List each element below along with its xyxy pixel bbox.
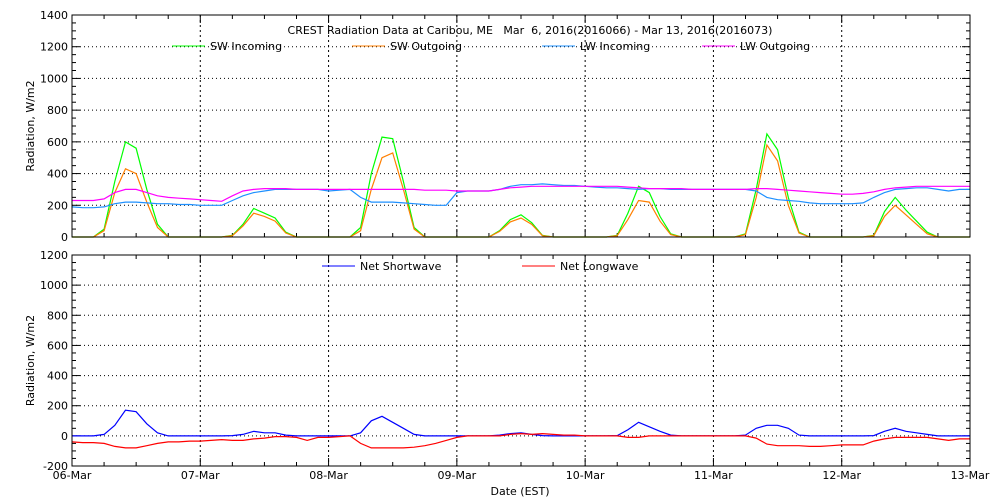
y-tick-label: 200 (47, 199, 68, 212)
x-tick-label: 13-Mar (951, 469, 990, 482)
series-line-net-shortwave (72, 409, 970, 437)
radiation-chart: CREST Radiation Data at Caribou, ME Mar … (24, 9, 990, 498)
plot-frame (71, 254, 971, 467)
y-tick-label: 800 (47, 104, 68, 117)
y-axis-label: Radiation, W/m2 (24, 315, 37, 406)
y-tick-label: 400 (47, 370, 68, 383)
legend-label: SW Incoming (210, 40, 282, 53)
series-line-sw-outgoing (72, 143, 970, 238)
x-tick-label: 07-Mar (181, 469, 220, 482)
y-tick-label: 0 (61, 430, 68, 443)
chart-title: CREST Radiation Data at Caribou, ME Mar … (288, 24, 773, 37)
legend-label: Net Shortwave (360, 260, 442, 273)
x-tick-label: 09-Mar (437, 469, 476, 482)
legend-label: Net Longwave (560, 260, 639, 273)
legend-label: LW Outgoing (740, 40, 810, 53)
y-tick-label: 200 (47, 400, 68, 413)
series-line-lw-outgoing (72, 185, 970, 202)
x-axis-label: Date (EST) (490, 485, 549, 498)
panel-1: 0 200 400 600 800 1000 1200 1400 Radiation, W/m2… (24, 9, 971, 244)
x-tick-label: 10-Mar (566, 469, 605, 482)
y-tick-label: 600 (47, 339, 68, 352)
y-axis-label: Radiation, W/m2 (24, 80, 37, 171)
legend-label: SW Outgoing (390, 40, 462, 53)
y-tick-label: 800 (47, 309, 68, 322)
x-tick-label: 12-Mar (822, 469, 861, 482)
series-line-sw-incoming (72, 132, 970, 238)
y-tick-label: 1200 (40, 41, 68, 54)
panel-2: -20002004006008001000120006-Mar 07-Mar 08-… (24, 249, 990, 482)
legend-label: LW Incoming (580, 40, 650, 53)
y-tick-label: 1000 (40, 279, 68, 292)
x-tick-label: 06-Mar (53, 469, 92, 482)
x-tick-label: 08-Mar (309, 469, 348, 482)
y-tick-label: 1400 (40, 9, 68, 22)
y-tick-label: 1000 (40, 72, 68, 85)
y-tick-label: 400 (47, 168, 68, 181)
y-tick-label: 1200 (40, 249, 68, 262)
x-tick-label: 11-Mar (694, 469, 733, 482)
y-tick-label: 0 (61, 231, 68, 244)
y-tick-label: 600 (47, 136, 68, 149)
